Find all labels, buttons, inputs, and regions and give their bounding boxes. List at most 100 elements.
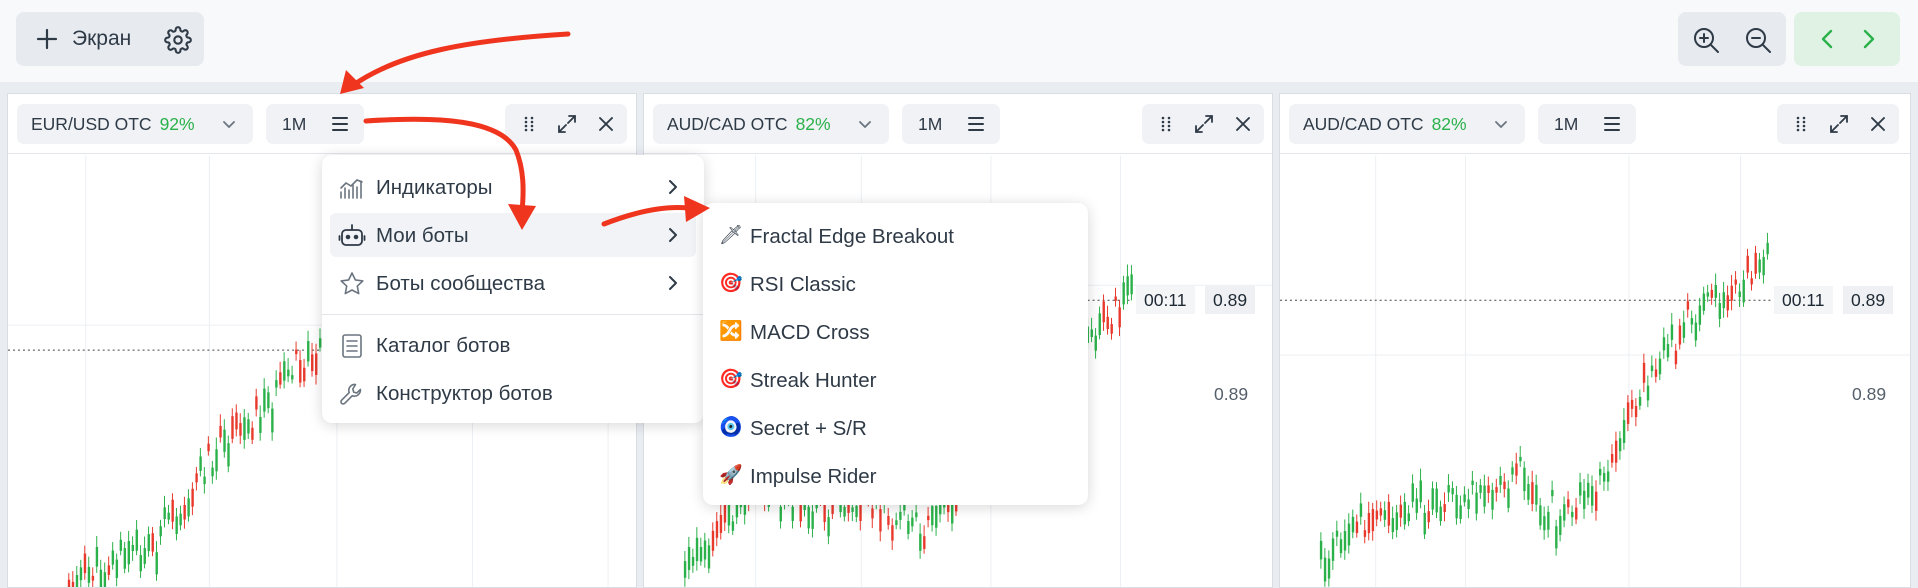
candle xyxy=(1335,520,1339,547)
asset-payout: 82% xyxy=(1431,113,1467,134)
bot-item-impulse-rider[interactable]: 🚀 Impulse Rider xyxy=(711,453,1080,497)
menu-item-bot-catalog[interactable]: Каталог ботов xyxy=(330,323,696,367)
candle xyxy=(1650,355,1654,378)
candle xyxy=(271,402,274,441)
rocket-icon: 🚀 xyxy=(719,465,743,486)
top-toolbar: Экран xyxy=(0,0,1918,82)
candle xyxy=(1551,480,1554,503)
candle xyxy=(1106,305,1109,335)
candle xyxy=(1327,550,1331,587)
candle xyxy=(827,509,830,545)
candle xyxy=(1379,501,1383,522)
candle xyxy=(719,503,723,540)
chevron-left-icon[interactable] xyxy=(1814,25,1842,53)
candle xyxy=(707,538,711,574)
chevron-right-icon xyxy=(669,276,677,290)
candle xyxy=(1682,310,1686,344)
hamburger-menu-icon[interactable] xyxy=(966,115,986,133)
asset-selector[interactable]: EUR/USD OTC 92% xyxy=(17,104,253,144)
candle xyxy=(1694,314,1698,347)
candle xyxy=(1559,509,1562,542)
menu-item-label: Каталог ботов xyxy=(376,334,511,357)
candle xyxy=(923,525,926,554)
candle xyxy=(807,500,810,534)
timeframe-label: 1M xyxy=(1554,114,1579,134)
candle xyxy=(107,556,111,581)
candle xyxy=(127,530,131,573)
close-icon[interactable] xyxy=(1867,113,1889,135)
candle xyxy=(1459,495,1462,524)
candle xyxy=(811,504,814,538)
timeframe-selector[interactable]: 1M xyxy=(1538,104,1636,144)
candle xyxy=(1331,532,1335,570)
candle xyxy=(1415,488,1418,520)
candle xyxy=(1762,249,1765,284)
candle xyxy=(131,536,134,561)
menu-item-indicators[interactable]: Индикаторы xyxy=(330,165,696,209)
candle xyxy=(159,519,162,545)
candle xyxy=(1487,476,1490,503)
expand-icon[interactable] xyxy=(556,113,578,135)
candle xyxy=(1467,488,1470,519)
menu-item-community-bots[interactable]: Боты сообщества xyxy=(330,261,696,305)
menu-item-my-bots[interactable]: Мои боты xyxy=(330,213,696,257)
asset-selector[interactable]: AUD/CAD OTC 82% xyxy=(1289,104,1525,144)
asset-selector[interactable]: AUD/CAD OTC 82% xyxy=(653,104,889,144)
expand-icon[interactable] xyxy=(1193,113,1215,135)
candle xyxy=(279,361,282,389)
candle xyxy=(1706,284,1710,302)
bot-item-streak-hunter[interactable]: 🎯 Streak Hunter xyxy=(711,357,1080,401)
candle xyxy=(191,482,194,516)
zoom-out-icon[interactable] xyxy=(1743,25,1773,55)
menu-item-bot-builder[interactable]: Конструктор ботов xyxy=(330,371,696,415)
candle xyxy=(1678,318,1682,350)
bot-item-fractal-edge-breakout[interactable]: 🗡 Fractal Edge Breakout xyxy=(711,213,1080,257)
candle xyxy=(1598,461,1602,485)
candle xyxy=(1754,245,1757,279)
hamburger-menu-icon[interactable] xyxy=(1602,115,1622,133)
close-icon[interactable] xyxy=(1232,113,1254,135)
candle xyxy=(907,514,910,540)
candle xyxy=(1666,334,1670,362)
timeframe-selector[interactable]: 1M xyxy=(902,104,1000,144)
drag-handle-icon[interactable] xyxy=(518,113,540,135)
candle xyxy=(1339,532,1343,558)
candle xyxy=(275,370,278,397)
candle xyxy=(311,343,314,377)
candle xyxy=(1535,474,1538,512)
gear-icon[interactable] xyxy=(164,26,192,54)
candle xyxy=(299,350,302,388)
bot-name: MACD Cross xyxy=(750,321,870,344)
bot-item-rsi-classic[interactable]: 🎯 RSI Classic xyxy=(711,261,1080,305)
candle xyxy=(259,405,262,441)
candle xyxy=(231,408,234,444)
bot-item-macd-cross[interactable]: 🔀 MACD Cross xyxy=(711,309,1080,353)
plus-icon xyxy=(36,28,58,50)
asset-payout: 92% xyxy=(159,113,195,134)
drag-handle-icon[interactable] xyxy=(1155,113,1177,135)
candlestick-chart[interactable] xyxy=(1280,155,1910,588)
candle xyxy=(1427,499,1430,529)
hamburger-menu-icon[interactable] xyxy=(330,115,350,133)
star-icon xyxy=(340,272,364,295)
drag-handle-icon[interactable] xyxy=(1790,113,1812,135)
candle xyxy=(1606,459,1610,491)
indicators-chart-icon xyxy=(340,179,363,199)
timeframe-selector[interactable]: 1M xyxy=(266,104,364,144)
menu-item-label: Боты сообщества xyxy=(376,272,545,295)
zoom-in-icon[interactable] xyxy=(1691,25,1721,55)
candle xyxy=(895,512,898,530)
expand-icon[interactable] xyxy=(1828,113,1850,135)
candle xyxy=(927,506,930,528)
candle xyxy=(1638,389,1642,410)
add-screen-button[interactable]: Экран xyxy=(16,12,131,66)
candle xyxy=(711,522,715,557)
timeframe-label: 1M xyxy=(918,114,943,134)
bot-item-secret-sr[interactable]: 🧿 Secret + S/R xyxy=(711,405,1080,449)
candle xyxy=(295,341,298,361)
candle xyxy=(1479,479,1482,499)
candle xyxy=(167,504,170,525)
candle xyxy=(123,541,127,574)
chevron-right-icon[interactable] xyxy=(1854,25,1882,53)
close-icon[interactable] xyxy=(595,113,617,135)
